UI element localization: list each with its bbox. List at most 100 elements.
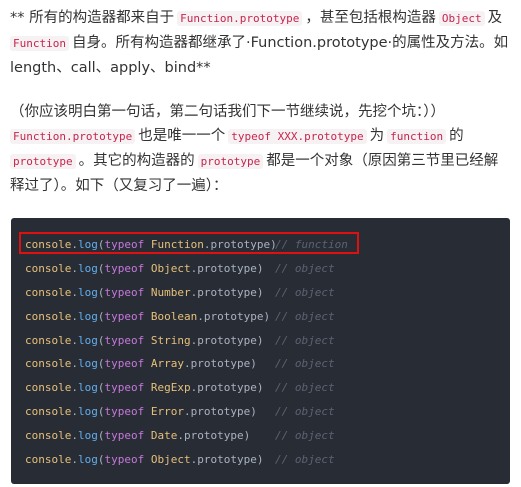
code-line: console.log(typeof Date.prototype)// obj… [11,424,510,448]
code-prototype-token: .prototype) [190,333,264,347]
code-dot-token: . [71,357,78,371]
code-prototype-token: .prototype) [183,357,257,371]
code-class-name: Error [150,405,184,419]
code-class-name: Number [150,285,191,299]
code-class-name: Array [150,357,184,371]
code-console-token: console [25,381,72,395]
code-comment: // object [275,333,335,347]
code-prototype-token: .prototype) [177,429,251,443]
code-prototype-token: .prototype) [197,309,271,323]
code-class-name: Function [150,238,204,251]
para1-text-3: 及 [487,10,503,26]
code-dot-token: . [71,285,78,299]
inline-code-prototype-2: prototype [197,154,264,169]
inline-code-typeof-xxx-prototype: typeof XXX.prototype [228,129,367,144]
code-dot-token: . [71,238,78,251]
code-typeof-keyword: typeof [104,357,145,371]
code-comment: // function [275,238,348,251]
code-log-token: log [77,238,98,251]
code-console-token: console [25,261,72,275]
code-typeof-keyword: typeof [104,453,145,467]
code-line: console.log(typeof String.prototype)// o… [11,329,510,353]
para2-text-4: 的 [449,128,464,144]
code-console-token: console [25,238,72,251]
inline-code-prototype: prototype [10,154,76,169]
code-typeof-keyword: typeof [104,333,145,347]
inline-code-function-prototype: Function.prototype [177,11,303,26]
code-log-token: log [77,357,98,371]
code-dot-token: . [71,261,78,275]
code-log-token: log [77,405,98,419]
para1-text-2: ，甚至包括根构造器 [305,10,436,26]
code-prototype-token: .prototype) [190,285,264,299]
code-typeof-keyword: typeof [104,381,145,395]
code-log-token: log [77,333,98,347]
code-log-token: log [77,261,98,275]
code-typeof-keyword: typeof [104,309,145,323]
code-typeof-keyword: typeof [104,429,145,443]
code-line: console.log(typeof Error.prototype)// ob… [11,400,510,424]
code-comment: // object [275,261,335,275]
code-dot-token: . [71,333,78,347]
code-prototype-token: .prototype) [190,381,264,395]
code-console-token: console [25,309,72,323]
code-comment: // object [275,453,335,467]
para1-text-4: 自身。所有构造器都继承了·Function.prototype·的属性及方法。如… [10,35,509,76]
inline-code-object: Object [438,11,485,26]
code-console-token: console [25,405,72,419]
code-typeof-keyword: typeof [104,238,145,251]
code-log-token: log [77,285,98,299]
code-line: console.log(typeof Number.prototype)// o… [11,281,510,305]
inline-code-function: Function [10,36,69,51]
code-class-name: String [150,333,191,347]
code-prototype-token: .prototype) [190,453,264,467]
code-console-token: console [25,453,72,467]
intro-paragraph: ** 所有的构造器都来自于 Function.prototype ，甚至包括根构造器… [10,6,510,80]
code-line: console.log(typeof Object.prototype)// o… [11,257,510,281]
code-class-name: Boolean [150,309,198,323]
code-class-name: Date [150,429,178,443]
code-prototype-token: .prototype) [190,261,264,275]
code-dot-token: . [71,381,78,395]
inline-code-function-keyword: function [387,129,447,144]
code-line: console.log(typeof Function.prototype)//… [11,233,510,257]
code-comment: // object [275,309,335,323]
code-prototype-token: .prototype) [203,238,277,251]
code-console-token: console [25,333,72,347]
code-console-token: console [25,429,72,443]
code-class-name: Object [150,453,191,467]
code-comment: // object [275,357,335,371]
code-line: console.log(typeof RegExp.prototype)// o… [11,376,510,400]
code-class-name: Object [150,261,191,275]
code-class-name: RegExp [150,381,191,395]
code-typeof-keyword: typeof [104,285,145,299]
code-line: console.log(typeof Object.prototype)// o… [11,448,510,472]
code-log-token: log [77,453,98,467]
code-comment: // object [275,429,335,443]
code-typeof-keyword: typeof [104,261,145,275]
code-block: console.log(typeof Function.prototype)//… [11,218,510,484]
code-console-token: console [25,285,72,299]
code-comment: // object [275,381,335,395]
para2-text-1: （你应该明白第一句话，第二句话我们下一节继续说，先挖个坑：）） [10,104,445,120]
code-line: console.log(typeof Array.prototype)// ob… [11,352,510,376]
explanation-paragraph: （你应该明白第一句话，第二句话我们下一节继续说，先挖个坑：）） Function.… [10,100,510,198]
code-log-token: log [77,309,98,323]
para2-text-2: 也是唯一一个 [138,128,226,144]
code-comment: // object [275,285,335,299]
code-line: console.log(typeof Boolean.prototype)// … [11,305,510,329]
code-dot-token: . [71,309,78,323]
code-dot-token: . [71,453,78,467]
inline-code-function-prototype-2: Function.prototype [10,129,136,144]
code-typeof-keyword: typeof [104,405,145,419]
code-prototype-token: .prototype) [183,405,257,419]
para2-text-3: 为 [369,128,385,144]
code-log-token: log [77,429,98,443]
code-log-token: log [77,381,98,395]
code-console-token: console [25,357,72,371]
para2-text-5: 。其它的构造器的 [78,153,195,169]
code-dot-token: . [71,405,78,419]
code-dot-token: . [71,429,78,443]
code-comment: // object [275,405,335,419]
para1-text-1: ** 所有的构造器都来自于 [10,10,175,26]
